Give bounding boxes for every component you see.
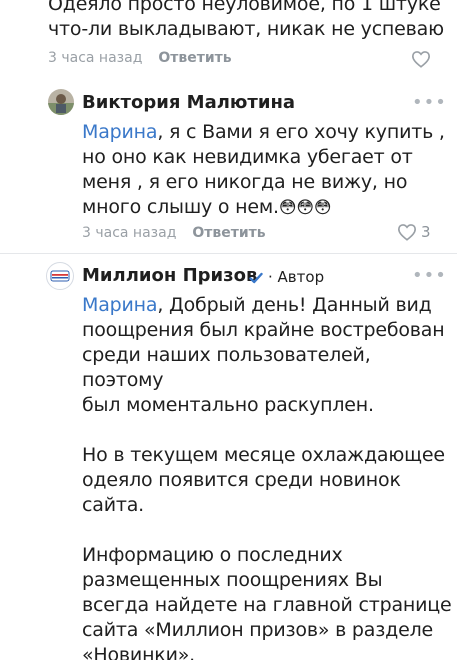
comment-text-line: много слышу о нем.	[82, 196, 279, 218]
comment-text-line: сайта «Миллион призов» в разделе	[82, 619, 434, 641]
comment-text-line: но оно как невидимка убегает от	[82, 146, 413, 168]
comments-page: Одеяло просто неуловимое, по 1 штуке что…	[0, 0, 457, 660]
author-badge: · Автор	[268, 268, 325, 286]
comment-time: 3 часа назад	[48, 50, 143, 66]
comment-text-line: был моментально раскуплен.	[82, 394, 374, 416]
reply-button[interactable]: Ответить	[192, 225, 265, 241]
author-name[interactable]: Виктория Малютина	[82, 92, 295, 113]
comment-1: Одеяло просто неуловимое, по 1 штуке что…	[48, 0, 448, 42]
comment-2-meta: 3 часа назад Ответить	[82, 225, 266, 241]
like-button[interactable]	[411, 50, 431, 68]
comment-3-body: Марина, Добрый день! Данный вид поощрени…	[82, 293, 452, 660]
like-button[interactable]: 3	[397, 223, 431, 241]
comment-time: 3 часа назад	[82, 225, 177, 241]
author-name[interactable]: Миллион Призов	[82, 265, 257, 286]
more-dots-icon[interactable]: •••	[412, 94, 447, 112]
comment-text-line: Информацию о последних	[82, 544, 343, 566]
heart-icon	[397, 224, 417, 241]
avatar[interactable]	[46, 262, 74, 290]
comment-text-line: меня , я его никогда не вижу, но	[82, 171, 408, 193]
comment-text-line: Но в текущем месяце охлаждающее	[82, 444, 445, 466]
like-count: 3	[421, 223, 431, 241]
mention-link[interactable]: Марина	[82, 294, 158, 316]
comment-text-line: что-ли выкладывают, никак не успеваю	[48, 18, 444, 40]
comment-text-line: одеяло появится среди новинок	[82, 469, 401, 491]
comment-text-line: Одеяло просто неуловимое, по 1 штуке	[48, 0, 441, 15]
comment-text-line: поощрения был крайне востребован	[82, 319, 445, 341]
comment-1-meta: 3 часа назад Ответить	[48, 50, 232, 66]
emoji: 😳😳😳	[278, 198, 332, 218]
comment-2-body: Марина, я с Вами я его хочу купить , но …	[82, 120, 452, 221]
comment-text: , Добрый день! Данный вид	[157, 294, 432, 316]
comment-text-line: сайта.	[82, 494, 144, 516]
mention-link[interactable]: Марина	[82, 121, 158, 143]
comment-text: , я с Вами я его хочу купить ,	[157, 121, 445, 143]
avatar[interactable]	[48, 89, 74, 115]
badge-label: Автор	[277, 268, 325, 286]
comment-text-line: всегда найдете на главной странице	[82, 594, 452, 616]
comment-text-line: размещенных поощрениях Вы	[82, 569, 383, 591]
heart-icon	[411, 51, 431, 68]
verified-check-icon	[249, 272, 263, 284]
comment-text-line: «Новинки».	[82, 644, 195, 660]
more-dots-icon[interactable]: •••	[412, 267, 447, 285]
comment-text-line: среди наших пользователей, поэтому	[82, 344, 371, 391]
divider	[0, 253, 457, 254]
reply-button[interactable]: Ответить	[158, 50, 231, 66]
